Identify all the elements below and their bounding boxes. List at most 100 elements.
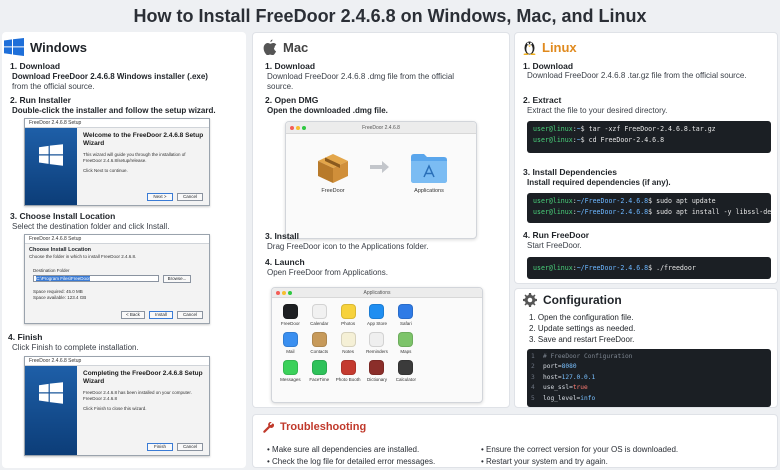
- config-code-block: 1 # FreeDoor Configuration 2 port=8080 3 ho…: [527, 349, 771, 407]
- freedoor-package-icon[interactable]: [316, 152, 350, 189]
- app-label: FreeDoor: [280, 321, 300, 326]
- dmg-window-title: FreeDoor 2.4.6.8: [362, 125, 400, 131]
- app-contacts[interactable]: Contacts: [305, 332, 334, 354]
- calendar-icon: [311, 304, 327, 319]
- dmg-app-label: FreeDoor: [321, 188, 345, 194]
- tip-1: • Make sure all dependencies are install…: [267, 445, 420, 454]
- gear-icon: [523, 293, 537, 307]
- calculator-icon: [398, 360, 414, 375]
- wrench-icon: [263, 421, 274, 433]
- app-label: App Store: [366, 321, 387, 326]
- browse-button[interactable]: Browse...: [163, 275, 191, 283]
- app-label: FaceTime: [309, 377, 330, 382]
- wizard-titlebar: FreeDoor 2.4.6.8 Setup: [25, 235, 209, 244]
- app-messages[interactable]: Messages: [276, 360, 305, 382]
- tux-penguin-icon: [523, 39, 536, 55]
- setup-wizard-location: FreeDoor 2.4.6.8 Setup Choose Install Lo…: [24, 234, 210, 324]
- app-label: Photo Booth: [335, 377, 361, 382]
- install-button[interactable]: Install: [149, 311, 173, 319]
- app-reminders[interactable]: Reminders: [363, 332, 392, 354]
- next-button[interactable]: Next >: [147, 193, 173, 201]
- cancel-button[interactable]: Cancel: [177, 443, 203, 451]
- config-step1: 1. Open the configuration file.: [529, 313, 634, 322]
- linux-step3-desc: Install required dependencies (if any).: [527, 178, 671, 187]
- cancel-button[interactable]: Cancel: [177, 193, 203, 201]
- app-mail[interactable]: Mail: [276, 332, 305, 354]
- windows-logo-icon: [4, 38, 24, 56]
- code-line: 2 port=8080: [531, 363, 577, 371]
- mac-step3-title: 3. Install: [265, 231, 300, 241]
- wizard-text: FreeDoor 2.4.6.8 has been installed on y…: [83, 390, 192, 401]
- photos-icon: [340, 304, 356, 319]
- win-step2-title: 2. Run Installer: [10, 95, 71, 105]
- app-store-icon: [369, 304, 385, 319]
- photo-booth-icon: [340, 360, 356, 375]
- contacts-icon: [311, 332, 327, 347]
- linux-step1-title: 1. Download: [523, 61, 574, 71]
- app-label: Mail: [286, 349, 295, 354]
- troubleshooting-panel: Troubleshooting • Make sure all dependen…: [252, 414, 778, 468]
- app-calculator[interactable]: Calculator: [391, 360, 420, 382]
- app-facetime[interactable]: FaceTime: [305, 360, 334, 382]
- win-step3-desc: Select the destination folder and click …: [12, 222, 170, 231]
- empty-slot: [449, 360, 478, 382]
- windows-heading: Windows: [30, 39, 87, 55]
- app-photos[interactable]: Photos: [334, 304, 363, 326]
- app-photo-booth[interactable]: Photo Booth: [334, 360, 363, 382]
- destination-folder-label: Destination Folder: [33, 268, 70, 273]
- empty-slot: [420, 332, 449, 354]
- empty-slot: [449, 304, 478, 326]
- troubleshooting-heading: Troubleshooting: [280, 421, 367, 433]
- app-notes[interactable]: Notes: [334, 332, 363, 354]
- linux-heading: Linux: [542, 39, 577, 55]
- setup-wizard-finish: FreeDoor 2.4.6.8 Setup Completing the Fr…: [24, 356, 210, 456]
- configuration-panel: Configuration 1. Open the configuration …: [514, 288, 778, 408]
- app-label: Dictionary: [366, 377, 387, 382]
- code-line: 4 use_ssl=true: [531, 384, 588, 392]
- wizard-text2: Click Next to continue.: [83, 168, 128, 173]
- page-title: How to Install FreeDoor 2.4.6.8 on Windo…: [133, 6, 647, 26]
- terminal-dependencies: user@linux:~/FreeDoor-2.4.6.8$ sudo apt …: [527, 193, 771, 223]
- applications-grid: FreeDoor Calendar Photos App Store Safari Mai…: [276, 304, 478, 382]
- safari-icon: [398, 304, 414, 319]
- wizard-text: Choose the folder in which to install Fr…: [29, 254, 137, 259]
- dmg-folder-label: Applications: [414, 188, 444, 194]
- app-app-store[interactable]: App Store: [363, 304, 392, 326]
- configuration-heading: Configuration: [543, 293, 622, 307]
- destination-folder-input[interactable]: C:\Program Files\FreeDoor: [33, 275, 159, 282]
- app-calendar[interactable]: Calendar: [305, 304, 334, 326]
- win-step4-title: 4. Finish: [8, 332, 43, 342]
- mac-header: Mac: [263, 39, 308, 55]
- applications-titlebar: Applications: [272, 288, 482, 298]
- win-step1-desc: Download FreeDoor 2.4.6.8 Windows instal…: [12, 72, 208, 81]
- tip-2: • Check the log file for detailed error …: [267, 457, 436, 466]
- empty-slot: [420, 360, 449, 382]
- windows-logo-icon: [39, 382, 63, 404]
- linux-step2-desc: Extract the file to your desired directo…: [527, 106, 668, 115]
- dmg-titlebar: FreeDoor 2.4.6.8: [286, 122, 476, 134]
- code-line: 1 # FreeDoor Configuration: [531, 353, 633, 360]
- mac-step1-title: 1. Download: [265, 61, 316, 71]
- wizard-heading: Choose Install Location: [29, 247, 92, 253]
- windows-logo-icon: [39, 144, 63, 166]
- win-step2-desc: Double-click the installer and follow th…: [12, 106, 216, 115]
- cancel-button[interactable]: Cancel: [177, 311, 203, 319]
- applications-folder-icon[interactable]: [410, 152, 448, 189]
- troubleshooting-header: Troubleshooting: [263, 421, 366, 433]
- app-freedoor[interactable]: FreeDoor: [276, 304, 305, 326]
- app-label: Contacts: [310, 349, 329, 354]
- linux-step4-title: 4. Run FreeDoor: [523, 230, 590, 240]
- empty-slot: [420, 304, 449, 326]
- app-dictionary[interactable]: Dictionary: [363, 360, 392, 382]
- applications-window-title: Applications: [363, 290, 391, 296]
- applications-window: Applications FreeDoor Calendar Photos App S…: [271, 287, 483, 403]
- space-required: Space required: 45.0 MB: [33, 289, 83, 294]
- wizard-heading: Completing the FreeDoor 2.4.6.8 Setup Wi…: [83, 370, 203, 385]
- dictionary-icon: [369, 360, 385, 375]
- finish-button[interactable]: Finish: [147, 443, 173, 451]
- back-button[interactable]: < Back: [121, 311, 145, 319]
- app-maps[interactable]: Maps: [391, 332, 420, 354]
- arrow-right-icon: [370, 160, 390, 179]
- app-label: Photos: [341, 321, 356, 326]
- app-safari[interactable]: Safari: [391, 304, 420, 326]
